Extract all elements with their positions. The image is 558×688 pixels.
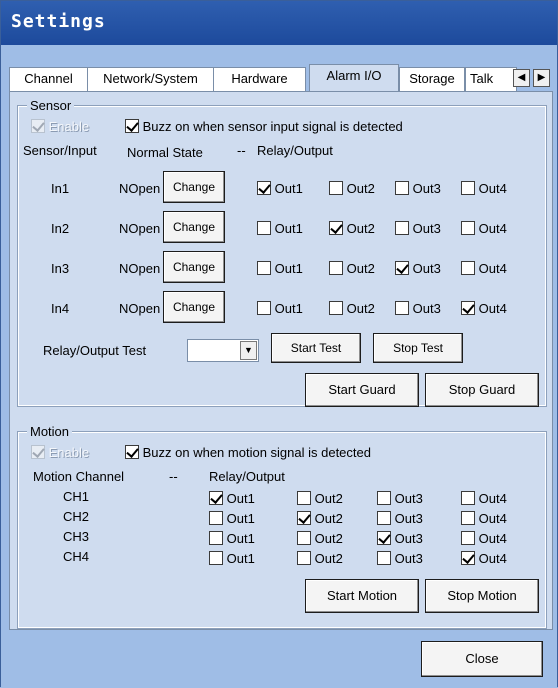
out4-checkbox[interactable]: Out4 (461, 221, 507, 236)
motion-channel-label: CH3 (63, 529, 90, 544)
dropdown-arrow-icon: ▼ (240, 341, 257, 360)
window-title: Settings (11, 11, 106, 32)
start-test-button[interactable]: Start Test (271, 333, 361, 363)
sensor-input-header: Sensor/Input (23, 143, 97, 158)
out2-checkbox[interactable]: Out2 (297, 531, 343, 546)
title-bar[interactable]: Settings (1, 1, 557, 45)
out4-checkbox[interactable]: Out4 (461, 551, 507, 566)
sensor-input-label: In3 (51, 261, 70, 276)
out1-checkbox[interactable]: Out1 (257, 261, 303, 276)
stop-motion-button[interactable]: Stop Motion (425, 579, 539, 613)
motion-group: Motion Enable Buzz on when motion signal… (17, 424, 547, 629)
close-button[interactable]: Close (421, 641, 543, 677)
tab-scroll-right-icon[interactable]: ▶ (533, 69, 550, 87)
tab-alarm-io[interactable]: Alarm I/O (309, 64, 399, 91)
sensor-input-label: In4 (51, 301, 70, 316)
tab-channel[interactable]: Channel (9, 67, 88, 91)
sensor-legend: Sensor (27, 98, 75, 113)
tab-hardware[interactable]: Hardware (213, 67, 306, 91)
header-separator: -- (237, 143, 246, 158)
out1-checkbox[interactable]: Out1 (257, 221, 303, 236)
tab-storage[interactable]: Storage (399, 67, 465, 91)
change-button[interactable]: Change (163, 211, 225, 243)
motion-channel-header: Motion Channel (33, 469, 125, 484)
out1-checkbox[interactable]: Out1 (209, 491, 255, 506)
change-button[interactable]: Change (163, 251, 225, 283)
out3-checkbox[interactable]: Out3 (395, 221, 441, 236)
stop-test-button[interactable]: Stop Test (373, 333, 463, 363)
out3-checkbox[interactable]: Out3 (377, 531, 423, 546)
tab-talk[interactable]: Talk (465, 67, 517, 91)
out2-checkbox[interactable]: Out2 (297, 511, 343, 526)
motion-legend: Motion (27, 424, 73, 439)
bottom-bar: Close (1, 631, 557, 688)
stop-guard-button[interactable]: Stop Guard (425, 373, 539, 407)
header-separator: -- (169, 469, 178, 484)
out3-checkbox[interactable]: Out3 (377, 511, 423, 526)
change-button[interactable]: Change (163, 291, 225, 323)
out2-checkbox[interactable]: Out2 (297, 551, 343, 566)
out3-checkbox[interactable]: Out3 (395, 261, 441, 276)
start-guard-button[interactable]: Start Guard (305, 373, 419, 407)
out3-checkbox[interactable]: Out3 (377, 551, 423, 566)
out3-checkbox[interactable]: Out3 (395, 181, 441, 196)
sensor-group: Sensor Enable Buzz on when sensor input … (17, 98, 547, 407)
relay-output-test-label: Relay/Output Test (43, 343, 147, 358)
motion-channel-label: CH1 (63, 489, 90, 504)
tab-scroll-left-icon[interactable]: ◀ (513, 69, 530, 87)
settings-window: Settings Channel Network/System Hardware… (0, 0, 558, 688)
out4-checkbox[interactable]: Out4 (461, 511, 507, 526)
out3-checkbox[interactable]: Out3 (377, 491, 423, 506)
motion-buzz-checkbox[interactable]: Buzz on when motion signal is detected (125, 445, 371, 460)
motion-channel-label: CH4 (63, 549, 90, 564)
normal-state-value: NOpen (119, 301, 161, 316)
start-motion-button[interactable]: Start Motion (305, 579, 419, 613)
alarm-io-panel: Sensor Enable Buzz on when sensor input … (9, 91, 553, 630)
out4-checkbox[interactable]: Out4 (461, 181, 507, 196)
sensor-buzz-checkbox[interactable]: Buzz on when sensor input signal is dete… (125, 119, 403, 134)
out1-checkbox[interactable]: Out1 (257, 301, 303, 316)
normal-state-header: Normal State (127, 145, 203, 160)
out1-checkbox[interactable]: Out1 (209, 531, 255, 546)
out2-checkbox[interactable]: Out2 (329, 261, 375, 276)
sensor-input-label: In2 (51, 221, 70, 236)
relay-output-test-select[interactable]: ▼ (187, 339, 259, 362)
out4-checkbox[interactable]: Out4 (461, 531, 507, 546)
change-button[interactable]: Change (163, 171, 225, 203)
normal-state-value: NOpen (119, 181, 161, 196)
out2-checkbox[interactable]: Out2 (329, 301, 375, 316)
relay-output-header: Relay/Output (209, 469, 285, 484)
motion-channel-label: CH2 (63, 509, 90, 524)
out1-checkbox[interactable]: Out1 (209, 511, 255, 526)
tab-network-system[interactable]: Network/System (87, 67, 214, 91)
tab-bar: Channel Network/System Hardware Alarm I/… (9, 64, 553, 91)
motion-enable-checkbox: Enable (31, 445, 89, 460)
sensor-enable-checkbox: Enable (31, 119, 89, 134)
out4-checkbox[interactable]: Out4 (461, 301, 507, 316)
out2-checkbox[interactable]: Out2 (329, 221, 375, 236)
relay-output-header: Relay/Output (257, 143, 333, 158)
out1-checkbox[interactable]: Out1 (257, 181, 303, 196)
out1-checkbox[interactable]: Out1 (209, 551, 255, 566)
out4-checkbox[interactable]: Out4 (461, 491, 507, 506)
normal-state-value: NOpen (119, 261, 161, 276)
out2-checkbox[interactable]: Out2 (297, 491, 343, 506)
sensor-input-label: In1 (51, 181, 70, 196)
out4-checkbox[interactable]: Out4 (461, 261, 507, 276)
out3-checkbox[interactable]: Out3 (395, 301, 441, 316)
normal-state-value: NOpen (119, 221, 161, 236)
out2-checkbox[interactable]: Out2 (329, 181, 375, 196)
